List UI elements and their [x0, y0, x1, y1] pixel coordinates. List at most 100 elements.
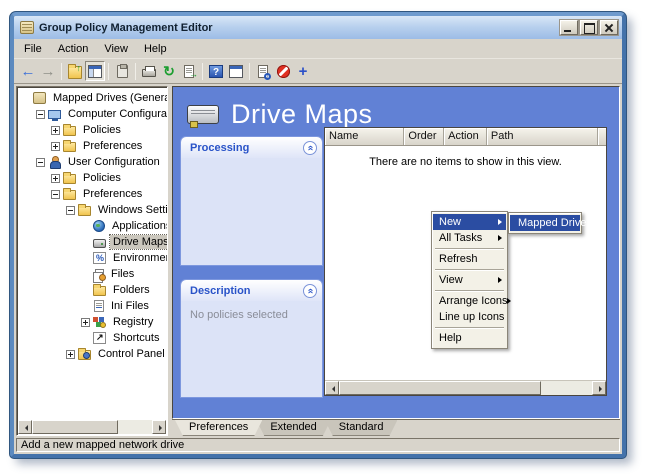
tree-item-environment[interactable]: Environment	[19, 250, 167, 266]
tree-item-windows-settings[interactable]: Windows Settings	[19, 202, 167, 218]
export-list-icon: →	[184, 65, 194, 78]
scrollbar-thumb[interactable]	[32, 420, 118, 434]
tree-item-mapped-drives-general-dc1-ho[interactable]: Mapped Drives (General) [DC1.HO	[19, 90, 167, 106]
scroll-right-button[interactable]	[592, 381, 606, 395]
column-header-path[interactable]: Path	[487, 128, 598, 145]
tree-item-policies[interactable]: Policies	[19, 122, 167, 138]
menu-action[interactable]: Action	[50, 40, 97, 58]
expander-none-icon	[81, 302, 90, 311]
expander-minus-icon[interactable]	[36, 158, 45, 167]
description-panel-title: Description	[190, 285, 303, 297]
scrollbar-track[interactable]	[541, 381, 592, 395]
expander-plus-icon[interactable]	[51, 174, 60, 183]
toolbar-separator	[108, 63, 109, 80]
tab-standard[interactable]: Standard	[325, 420, 398, 436]
menu-separator	[435, 248, 504, 249]
menu-help[interactable]: Help	[136, 40, 175, 58]
tree-item-preferences[interactable]: Preferences	[19, 186, 167, 202]
extension-title: Drive Maps	[231, 99, 373, 130]
print-button[interactable]	[139, 61, 159, 81]
processing-panel-header[interactable]: Processing «	[181, 137, 322, 158]
scroll-right-button[interactable]	[152, 420, 166, 434]
list-horizontal-scrollbar[interactable]	[325, 380, 606, 395]
tab-extended[interactable]: Extended	[256, 420, 330, 436]
refresh-button[interactable]: ↻	[159, 61, 179, 81]
tree-horizontal-scrollbar[interactable]	[18, 420, 166, 434]
scrollbar-track[interactable]	[118, 420, 152, 434]
help-icon: ?	[209, 65, 223, 78]
context-menu-item-new[interactable]: New	[433, 214, 506, 230]
back-button[interactable]: ←	[18, 61, 38, 81]
expander-plus-icon[interactable]	[51, 126, 60, 135]
tree-item-label: Windows Settings	[95, 203, 168, 217]
column-header-name[interactable]: Name	[325, 128, 404, 145]
menu-file[interactable]: File	[16, 40, 50, 58]
collapse-chevron-icon[interactable]: «	[303, 141, 317, 155]
context-menu-item-arrange-icons[interactable]: Arrange Icons	[433, 293, 506, 309]
folder-icon	[63, 142, 76, 152]
tree-item-shortcuts[interactable]: Shortcuts	[19, 330, 167, 346]
tree-item-user-configuration[interactable]: User Configuration	[19, 154, 167, 170]
tree-item-label: Drive Maps	[110, 235, 168, 249]
export-list-button[interactable]: →	[179, 61, 199, 81]
tree-item-policies[interactable]: Policies	[19, 170, 167, 186]
drive-icon	[93, 239, 106, 248]
scroll-left-button[interactable]	[325, 381, 339, 395]
maximize-button[interactable]	[580, 20, 598, 35]
minimize-button[interactable]	[560, 20, 578, 35]
menu-item-label: New	[439, 216, 498, 228]
scroll-left-button[interactable]	[18, 420, 32, 434]
gpo-root-icon	[33, 92, 46, 104]
context-menu-item-all-tasks[interactable]: All Tasks	[433, 230, 506, 246]
tree-item-computer-configuration[interactable]: Computer Configuration	[19, 106, 167, 122]
menu-view[interactable]: View	[96, 40, 136, 58]
tree-item-label: Files	[108, 267, 137, 281]
context-menu: New All Tasks Refresh View Arrange IconsLine…	[431, 211, 508, 349]
tree-item-drive-maps[interactable]: Drive Maps	[19, 234, 167, 250]
tree-item-control-panel-settings[interactable]: Control Panel Settings	[19, 346, 167, 362]
tree-item-ini-files[interactable]: Ini Files	[19, 298, 167, 314]
expander-plus-icon[interactable]	[51, 142, 60, 151]
expander-plus-icon[interactable]	[81, 318, 90, 327]
stop-button[interactable]	[273, 61, 293, 81]
environment-icon	[93, 252, 106, 264]
context-menu-item-view[interactable]: View	[433, 272, 506, 288]
context-menu-item-refresh[interactable]: Refresh	[433, 251, 506, 267]
expander-none-icon	[21, 94, 30, 103]
tree-item-preferences[interactable]: Preferences	[19, 138, 167, 154]
tree-item-applications[interactable]: Applications	[19, 218, 167, 234]
column-header-action[interactable]: Action	[444, 128, 487, 145]
report-button[interactable]	[253, 61, 273, 81]
show-hide-console-tree-button[interactable]	[85, 61, 105, 81]
paste-button[interactable]	[112, 61, 132, 81]
help-button[interactable]: ?	[206, 61, 226, 81]
collapse-chevron-icon[interactable]: «	[303, 284, 317, 298]
description-panel-header[interactable]: Description «	[181, 280, 322, 301]
toolbar-separator	[202, 63, 203, 80]
tree-item-label: Shortcuts	[110, 331, 162, 345]
context-menu-item-help[interactable]: Help	[433, 330, 506, 346]
tree-item-folders[interactable]: Folders	[19, 282, 167, 298]
tree-item-files[interactable]: Files	[19, 266, 167, 282]
forward-button[interactable]: →	[38, 61, 58, 81]
folder-icon	[63, 174, 76, 184]
expander-plus-icon[interactable]	[66, 350, 75, 359]
title-bar[interactable]: Group Policy Management Editor	[14, 16, 622, 39]
toolbar-separator	[61, 63, 62, 80]
column-header-filler	[598, 128, 606, 145]
close-button[interactable]	[600, 20, 618, 35]
tab-preferences[interactable]: Preferences	[175, 420, 262, 436]
add-button[interactable]: +	[293, 61, 313, 81]
properties-window-button[interactable]	[226, 61, 246, 81]
desktop-background: Group Policy Management Editor FileActio…	[0, 0, 650, 476]
scrollbar-thumb[interactable]	[339, 381, 541, 395]
tree-item-label: Ini Files	[108, 299, 152, 313]
expander-minus-icon[interactable]	[36, 110, 45, 119]
context-menu-item-line-up-icons[interactable]: Line up Icons	[433, 309, 506, 325]
up-one-level-button[interactable]: ↑	[65, 61, 85, 81]
submenu-item-mapped-drive[interactable]: Mapped Drive	[510, 215, 580, 231]
expander-minus-icon[interactable]	[66, 206, 75, 215]
expander-minus-icon[interactable]	[51, 190, 60, 199]
column-header-order[interactable]: Order	[404, 128, 444, 145]
tree-item-registry[interactable]: Registry	[19, 314, 167, 330]
